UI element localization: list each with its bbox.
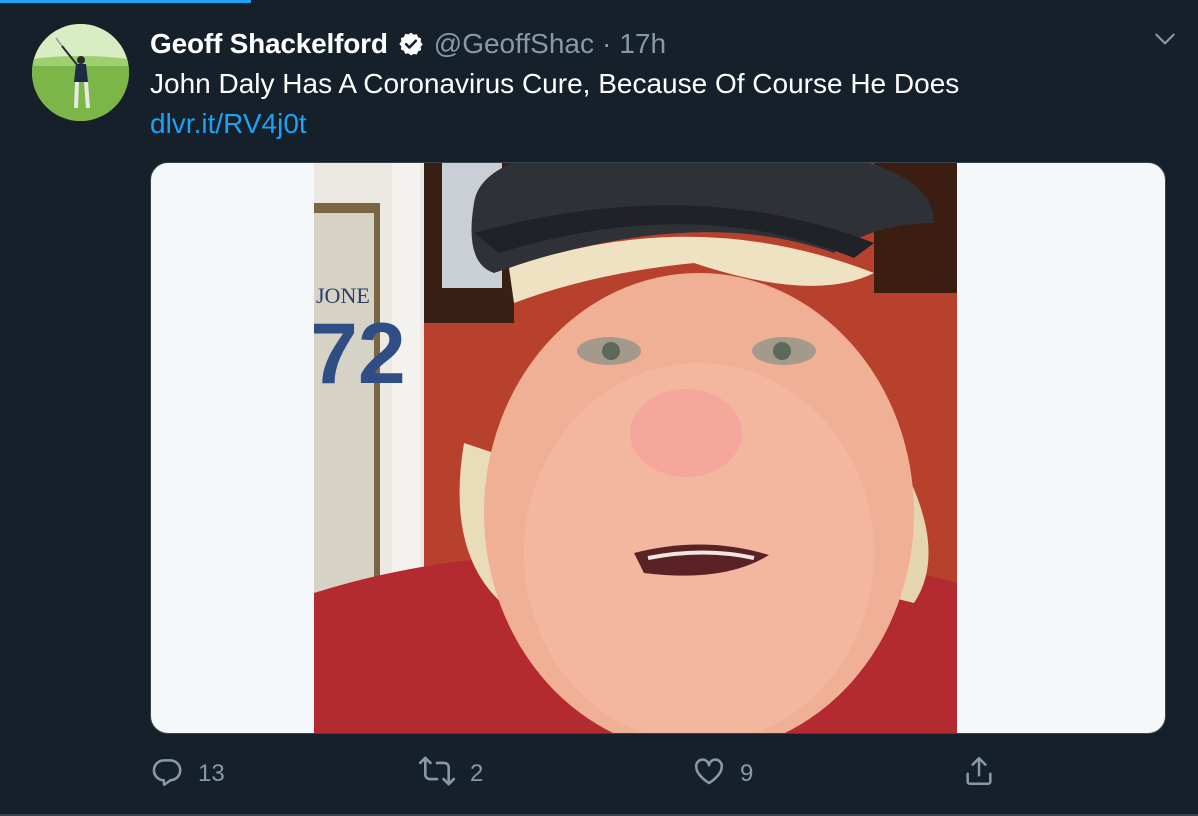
tweet-timestamp[interactable]: 17h	[619, 28, 666, 60]
avatar[interactable]	[32, 24, 129, 121]
retweet-count: 2	[470, 760, 484, 787]
reply-button[interactable]: 13	[150, 748, 225, 800]
tweet-text: John Daly Has A Coronavirus Cure, Becaus…	[150, 68, 960, 99]
jersey-text: JONE	[316, 283, 370, 308]
jersey-number: 72	[314, 306, 406, 402]
chevron-down-icon[interactable]	[1150, 24, 1180, 54]
author-handle[interactable]: @GeoffShac	[434, 28, 594, 60]
separator-dot: ·	[602, 28, 612, 59]
tweet-actions: 13 2 9	[150, 748, 1010, 800]
video-frame[interactable]: JONE 72	[314, 163, 957, 733]
tweet-link[interactable]: dlvr.it/RV4j0t	[150, 104, 307, 144]
retweet-icon	[418, 754, 456, 795]
reply-icon	[150, 754, 184, 795]
like-count: 9	[740, 760, 754, 787]
retweet-button[interactable]: 2	[418, 748, 483, 800]
heart-icon	[692, 754, 726, 795]
author-name[interactable]: Geoff Shackelford	[150, 28, 388, 60]
reply-count: 13	[198, 760, 225, 787]
verified-badge-icon	[398, 31, 424, 57]
active-tab-indicator	[0, 0, 251, 3]
share-icon	[962, 754, 996, 795]
tweet-media[interactable]: JONE 72	[150, 162, 1166, 734]
tweet-header: Geoff Shackelford @GeoffShac · 17h	[150, 24, 1158, 64]
like-button[interactable]: 9	[692, 748, 753, 800]
share-button[interactable]	[962, 748, 996, 800]
